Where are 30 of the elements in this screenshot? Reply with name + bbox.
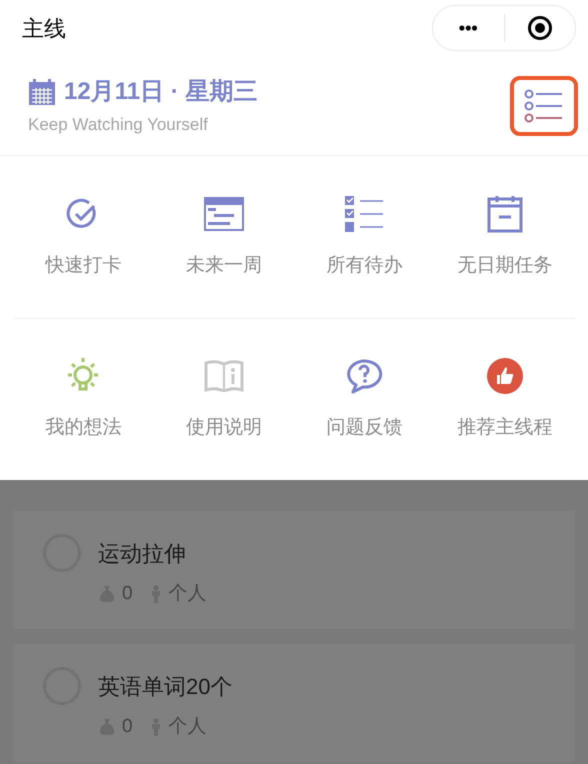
list-icon — [524, 88, 564, 124]
menu-item[interactable]: 快速打卡 — [13, 156, 154, 318]
menu-item[interactable]: 推荐主线程 — [434, 319, 575, 480]
task-title: 运动拉伸 — [98, 540, 187, 568]
more-button[interactable]: ••• — [433, 14, 504, 42]
target-icon — [526, 15, 553, 41]
book-icon — [204, 360, 244, 392]
thumbs-up-icon — [486, 358, 523, 394]
list-view-button[interactable] — [510, 76, 578, 136]
task-card[interactable]: 运动拉伸 0 个人 — [13, 511, 575, 629]
checklist-icon — [344, 194, 384, 233]
menu-item[interactable]: 我的想法 — [13, 319, 154, 480]
task-title: 英语单词20个 — [98, 673, 232, 701]
coin-count: 0 — [122, 582, 133, 606]
menu-item[interactable]: 未来一周 — [154, 156, 294, 318]
calendar-grid-icon — [204, 196, 244, 231]
subtitle: Keep Watching Yourself — [28, 114, 209, 136]
task-card[interactable]: 英语单词20个 0 个人 — [13, 644, 575, 762]
task-scope: 个人 — [168, 582, 207, 606]
calendar-icon — [486, 194, 523, 233]
menu-item[interactable]: 无日期任务 — [434, 156, 575, 318]
menu-item[interactable]: 使用说明 — [154, 319, 294, 480]
question-bubble-icon — [345, 358, 384, 394]
calendar-icon — [28, 78, 56, 106]
menu-item[interactable]: 所有待办 — [294, 156, 434, 318]
date-heading: 12月11日 · 星期三 — [64, 76, 258, 107]
coin-count: 0 — [122, 715, 133, 739]
menu-item[interactable]: 问题反馈 — [294, 319, 434, 480]
task-scope: 个人 — [168, 715, 207, 739]
page-title: 主线 — [22, 14, 66, 42]
